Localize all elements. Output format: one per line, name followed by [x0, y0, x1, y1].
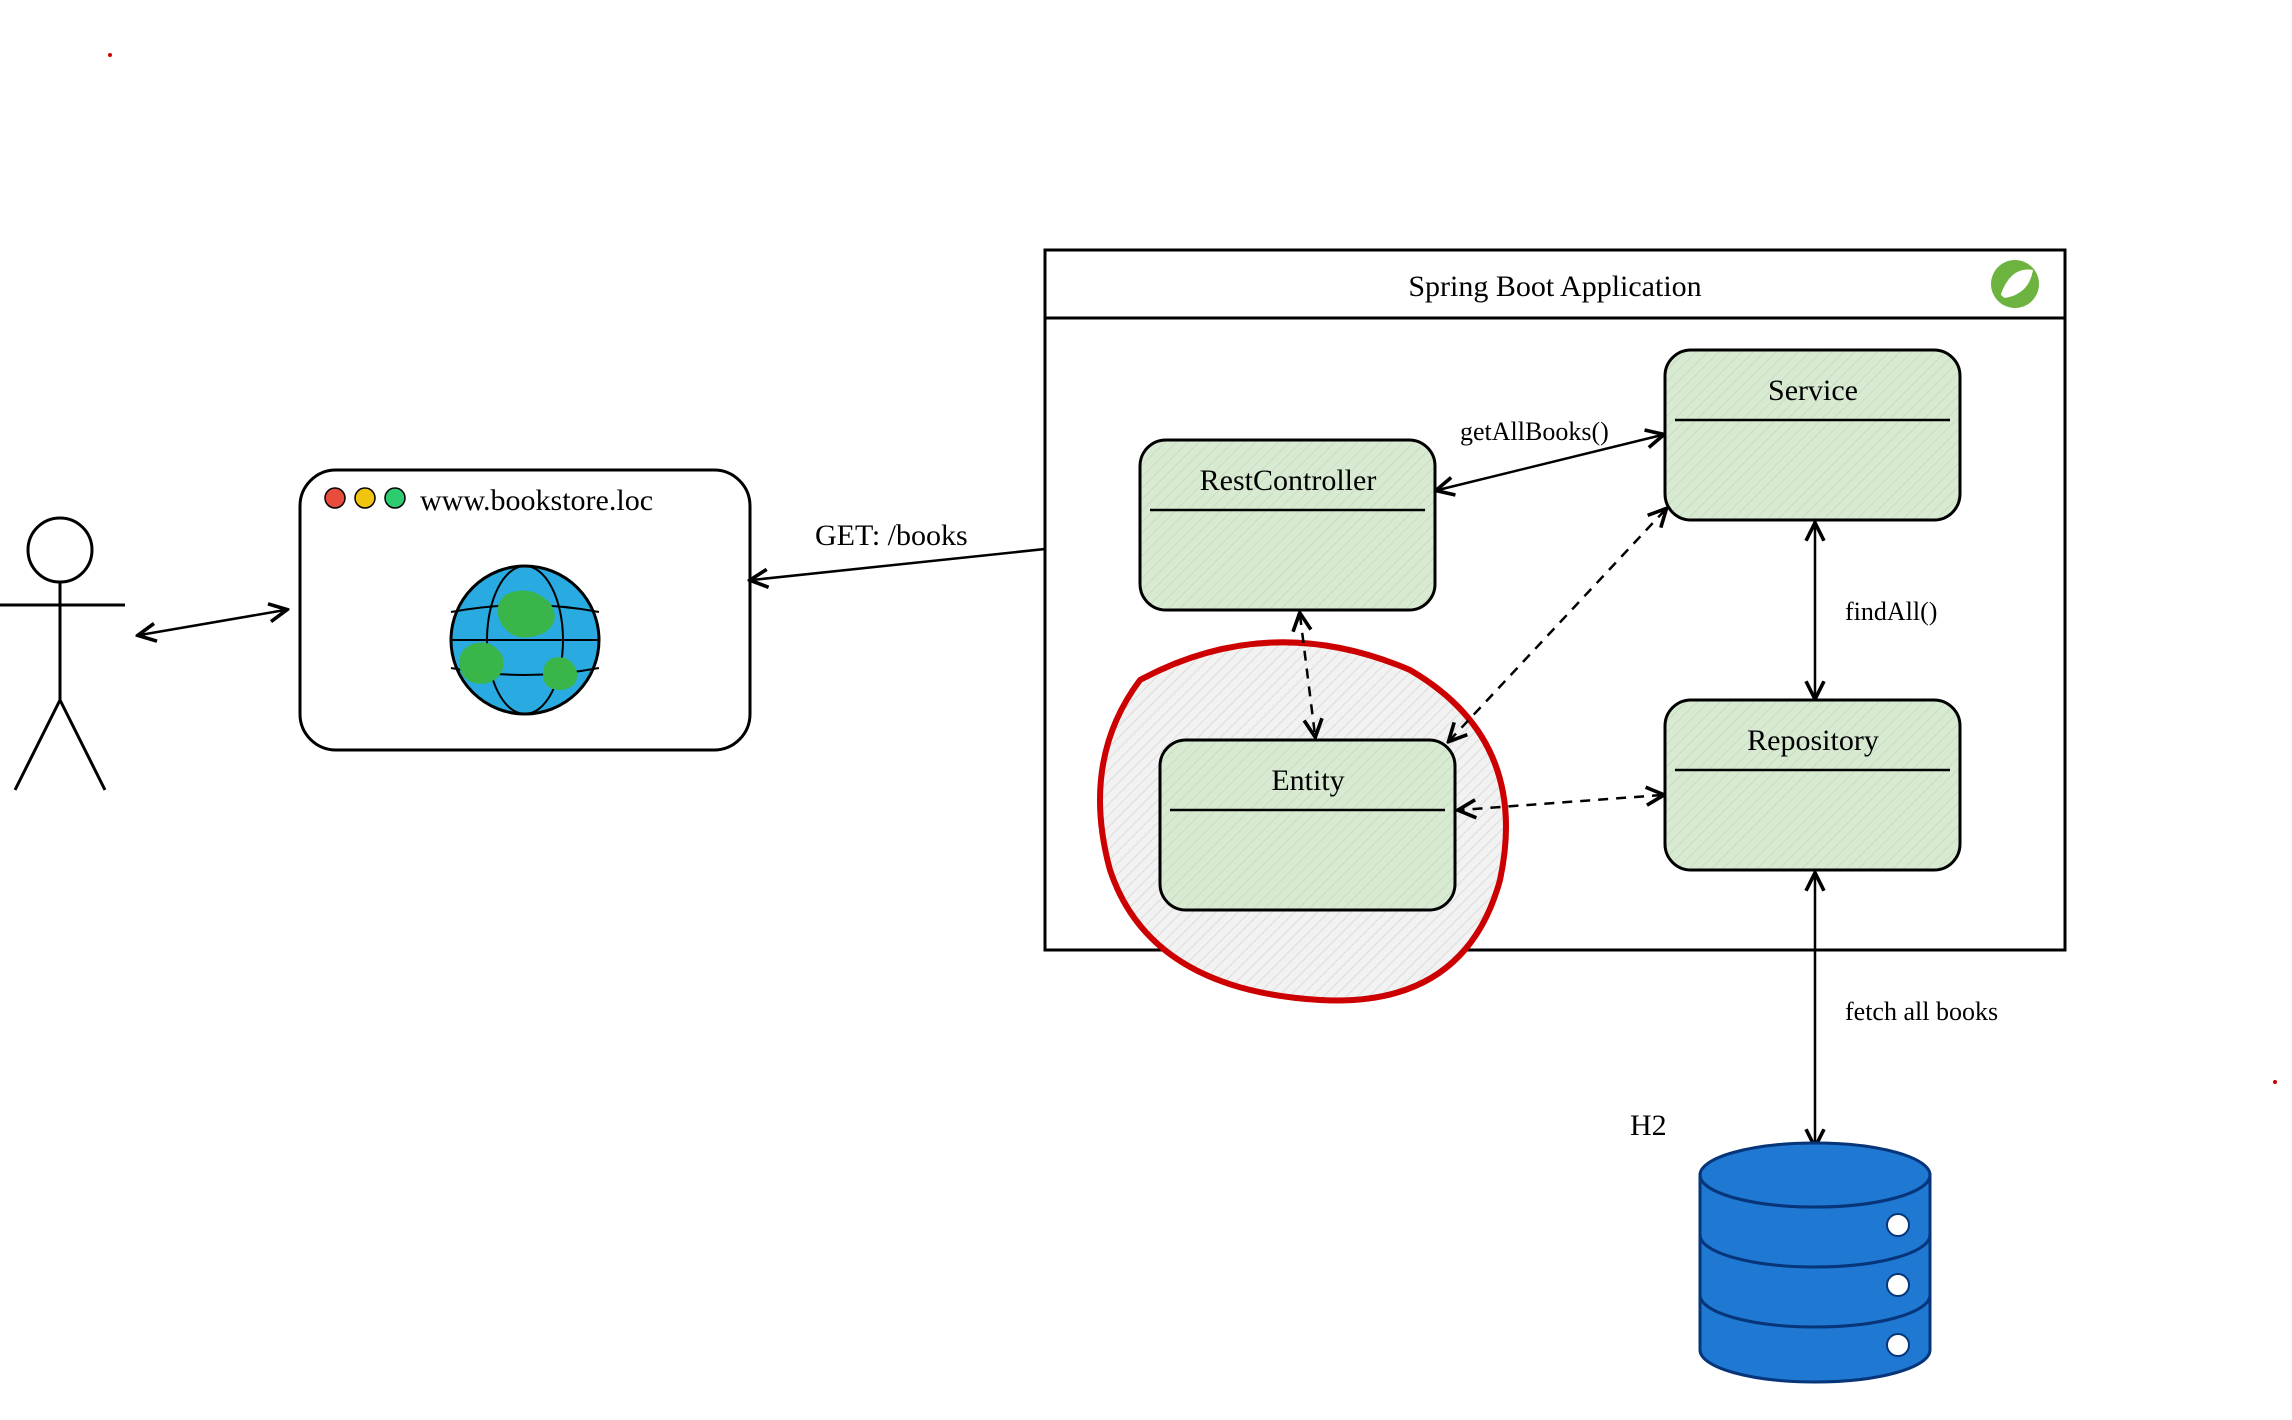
get-all-books-label: getAllBooks() — [1460, 417, 1609, 446]
window-close-icon — [325, 488, 345, 508]
user-icon — [0, 518, 125, 790]
repository-box: Repository — [1665, 700, 1960, 870]
http-request-label: GET: /books — [815, 519, 968, 552]
rest-controller-box: RestController — [1140, 440, 1435, 610]
fetch-all-label: fetch all books — [1845, 997, 1998, 1026]
service-box: Service — [1665, 350, 1960, 520]
repository-label: Repository — [1747, 724, 1879, 757]
window-max-icon — [385, 488, 405, 508]
find-all-label: findAll() — [1845, 597, 1937, 626]
database-icon — [1700, 1143, 1930, 1382]
speck — [108, 53, 112, 57]
speck — [2273, 1080, 2277, 1084]
user-browser-arrow — [140, 610, 285, 635]
service-label: Service — [1768, 374, 1858, 407]
entity-label: Entity — [1271, 764, 1344, 797]
globe-icon — [451, 566, 599, 714]
browser-window: www.bookstore.loc — [300, 470, 750, 750]
entity-box: Entity — [1160, 740, 1455, 910]
db-name-label: H2 — [1630, 1109, 1667, 1142]
rest-controller-label: RestController — [1200, 464, 1377, 497]
window-min-icon — [355, 488, 375, 508]
app-title: Spring Boot Application — [1408, 270, 1701, 303]
browser-url: www.bookstore.loc — [420, 484, 653, 517]
spring-icon — [1991, 260, 2039, 308]
